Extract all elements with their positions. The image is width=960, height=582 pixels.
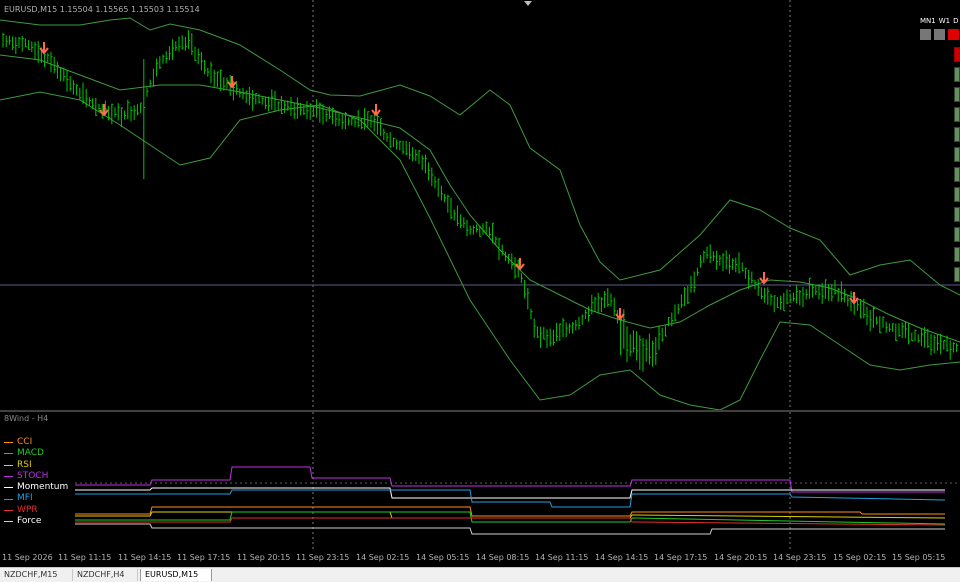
chart-shift-marker[interactable] (524, 1, 532, 6)
legend-label: Force (17, 516, 42, 527)
time-label: 14 Sep 23:15 (773, 553, 827, 562)
legend-label: MFI (17, 493, 33, 504)
time-label: 11 Sep 23:15 (296, 553, 350, 562)
legend-item-stoch: STOCH (4, 471, 68, 482)
time-label: 11 Sep 20:15 (237, 553, 291, 562)
legend-label: STOCH (17, 470, 49, 481)
time-label: 15 Sep 02:15 (833, 553, 887, 562)
time-label: 14 Sep 20:15 (714, 553, 768, 562)
side-button[interactable] (954, 47, 960, 62)
side-button[interactable] (954, 187, 960, 202)
legend-label: WPR (17, 504, 38, 515)
legend-item-mfi: MFI (4, 493, 68, 504)
time-label: 14 Sep 08:15 (476, 553, 530, 562)
legend-label: RSI (17, 459, 32, 470)
side-button-strip (954, 47, 960, 287)
time-label: 11 Sep 14:15 (118, 553, 172, 562)
legend-item-macd: MACD (4, 448, 68, 459)
tab-nzdchf-h4[interactable]: NZDCHF,H4 (73, 569, 138, 581)
legend-swatch (4, 442, 13, 444)
legend-swatch (4, 464, 13, 466)
legend-swatch (4, 498, 13, 500)
wind-line (75, 487, 945, 499)
legend-item-cci: CCI (4, 437, 68, 448)
time-label: 11 Sep 2026 (2, 553, 53, 562)
timeframe-boxes (920, 29, 960, 40)
side-button[interactable] (954, 207, 960, 222)
legend-item-rsi: RSI (4, 460, 68, 471)
tf-box-w1[interactable] (934, 29, 945, 40)
tab-nzdchf-m15[interactable]: NZDCHF,M15 (0, 569, 73, 581)
side-button[interactable] (954, 147, 960, 162)
indicator-subwindow[interactable] (0, 412, 960, 549)
legend-item-wpr: WPR (4, 505, 68, 516)
legend-label: Momentum (17, 482, 69, 493)
timeframe-panel: MN1 W1 D (920, 17, 960, 40)
legend-label: CCI (17, 437, 33, 447)
legend-swatch (4, 453, 13, 455)
legend-swatch (4, 509, 13, 511)
side-button[interactable] (954, 127, 960, 142)
time-label: 11 Sep 17:15 (177, 553, 231, 562)
side-button[interactable] (954, 227, 960, 242)
tf-label-d: D (953, 17, 959, 25)
side-button[interactable] (954, 67, 960, 82)
wind-indicator-lines (75, 466, 946, 535)
legend-swatch (4, 476, 13, 478)
wind-line (75, 523, 945, 535)
side-button[interactable] (954, 87, 960, 102)
price-chart[interactable] (0, 0, 960, 410)
subwindow-title: 8Wind - H4 (4, 414, 49, 423)
tf-box-d[interactable] (948, 29, 959, 40)
time-label: 14 Sep 17:15 (654, 553, 708, 562)
tf-label-mn1: MN1 (920, 17, 936, 25)
chart-tabbar: NZDCHF,M15 NZDCHF,H4 EURUSD,M15 (0, 567, 960, 582)
time-label: 14 Sep 05:15 (416, 553, 470, 562)
wind-line (75, 511, 946, 519)
tf-label-w1: W1 (938, 17, 951, 25)
timeframe-labels: MN1 W1 D (920, 17, 960, 25)
time-label: 14 Sep 14:15 (595, 553, 649, 562)
time-label: 11 Sep 11:15 (58, 553, 112, 562)
side-button[interactable] (954, 107, 960, 122)
indicator-legend: CCI MACD RSI STOCH Momentum MFI WPR Forc… (4, 437, 68, 527)
tab-eurusd-m15[interactable]: EURUSD,M15 (140, 569, 212, 581)
symbol-title: EURUSD,M15 1.15504 1.15565 1.15503 1.155… (4, 5, 200, 14)
legend-item-momentum: Momentum (4, 482, 68, 493)
legend-label: MACD (17, 448, 44, 459)
legend-swatch (4, 521, 13, 523)
legend-item-force: Force (4, 516, 68, 527)
side-button[interactable] (954, 167, 960, 182)
tf-box-mn1[interactable] (920, 29, 931, 40)
side-button[interactable] (954, 247, 960, 262)
time-label: 14 Sep 11:15 (535, 553, 589, 562)
time-label: 14 Sep 02:15 (356, 553, 410, 562)
time-axis: 11 Sep 2026 11 Sep 11:15 11 Sep 14:15 11… (0, 549, 960, 567)
time-label: 15 Sep 05:15 (892, 553, 946, 562)
legend-swatch (4, 487, 13, 489)
side-button[interactable] (954, 267, 960, 282)
